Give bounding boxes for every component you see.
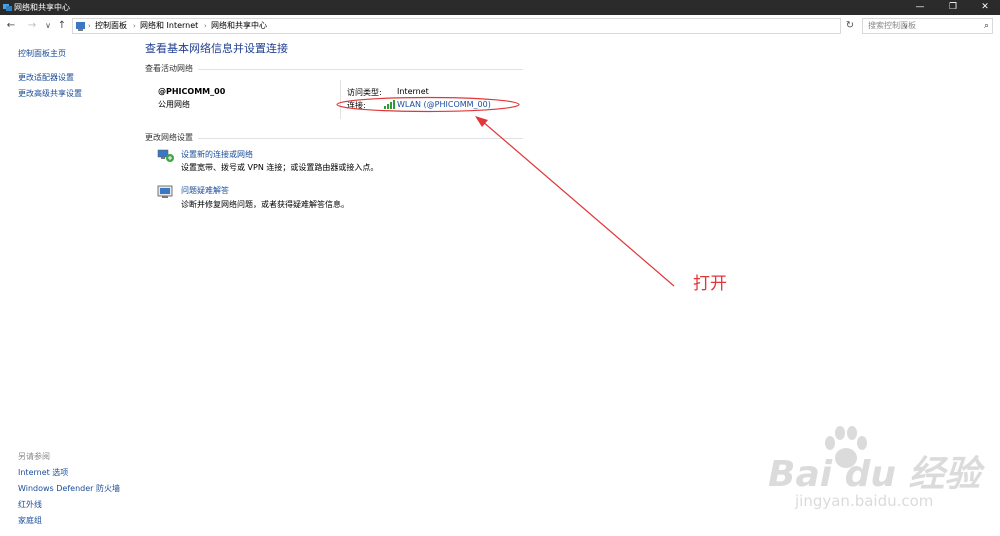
access-type-label: 访问类型: [347, 88, 382, 97]
annotation-arrow-line [481, 120, 675, 287]
maximize-button[interactable]: ❐ [937, 0, 969, 15]
change-settings-heading: 更改网络设置 [145, 133, 193, 142]
section-divider [198, 69, 523, 70]
network-center-icon [3, 4, 12, 11]
annotation-label: 打开 [693, 274, 727, 294]
sidebar-link-advanced-sharing[interactable]: 更改高级共享设置 [18, 88, 82, 99]
troubleshoot-icon [157, 185, 173, 198]
task-setup-connection-link[interactable]: 设置新的连接或网络 [181, 149, 253, 160]
address-bar: ← → ∨ ↑ › 控制面板 › 网络和 Internet › 网络和共享中心 … [0, 15, 1000, 37]
search-input[interactable]: 搜索控制面板 ⌕ [862, 18, 993, 34]
breadcrumb-network-internet[interactable]: 网络和 Internet [140, 19, 198, 33]
breadcrumb-control-panel[interactable]: 控制面板 [95, 19, 127, 33]
section-divider [198, 138, 523, 139]
see-also-homegroup[interactable]: 家庭组 [18, 515, 42, 526]
breadcrumb-separator: › [204, 22, 207, 30]
minimize-button[interactable]: — [904, 0, 936, 15]
network-setup-icon [157, 149, 174, 162]
network-category[interactable]: 公用网络 [158, 99, 190, 110]
wifi-signal-icon [384, 100, 395, 109]
window-title: 网络和共享中心 [14, 3, 70, 12]
recent-locations-icon[interactable]: ∨ [42, 19, 54, 33]
up-arrow-icon[interactable]: ↑ [56, 19, 68, 33]
task-troubleshoot-desc: 诊断并修复网络问题，或者获得疑难解答信息。 [181, 200, 349, 209]
page-title: 查看基本网络信息并设置连接 [145, 42, 288, 55]
task-setup-connection-desc: 设置宽带、拨号或 VPN 连接；或设置路由器或接入点。 [181, 163, 379, 172]
wlan-connection-link[interactable]: WLAN (@PHICOMM_00) [397, 100, 491, 109]
access-type-value: Internet [397, 87, 429, 96]
see-also-internet-options[interactable]: Internet 选项 [18, 467, 68, 478]
see-also-firewall[interactable]: Windows Defender 防火墙 [18, 483, 120, 494]
sidebar-link-adapter-settings[interactable]: 更改适配器设置 [18, 72, 74, 83]
see-also-heading: 另请参阅 [18, 452, 50, 461]
network-name: @PHICOMM_00 [158, 87, 226, 96]
control-panel-icon [76, 22, 85, 31]
search-placeholder: 搜索控制面板 [868, 21, 916, 30]
watermark-logo-text: Bai du 经验 [768, 454, 981, 495]
back-arrow-icon[interactable]: ← [5, 19, 17, 33]
baidu-watermark: Bai du 经验 jingyan.baidu.com [735, 425, 981, 525]
task-troubleshoot-link[interactable]: 问题疑难解答 [181, 185, 229, 196]
active-networks-heading: 查看活动网络 [145, 64, 193, 73]
close-button[interactable]: ✕ [969, 0, 1000, 15]
forward-arrow-icon[interactable]: → [26, 19, 38, 33]
breadcrumb[interactable]: › 控制面板 › 网络和 Internet › 网络和共享中心 ∨ [72, 18, 908, 34]
search-icon[interactable]: ⌕ [984, 19, 989, 33]
refresh-icon[interactable]: ↻ [843, 18, 857, 34]
network-divider [340, 80, 341, 119]
breadcrumb-separator: › [88, 22, 91, 30]
breadcrumb-separator: › [133, 22, 136, 30]
annotation-arrowhead [475, 116, 488, 127]
sidebar-link-control-panel-home[interactable]: 控制面板主页 [18, 48, 66, 59]
watermark-url: jingyan.baidu.com [795, 492, 934, 510]
see-also-infrared[interactable]: 红外线 [18, 499, 42, 510]
connection-label: 连接: [347, 101, 366, 110]
title-bar: 网络和共享中心 — ❐ ✕ [0, 0, 1000, 15]
breadcrumb-network-sharing-center[interactable]: 网络和共享中心 [211, 19, 267, 33]
